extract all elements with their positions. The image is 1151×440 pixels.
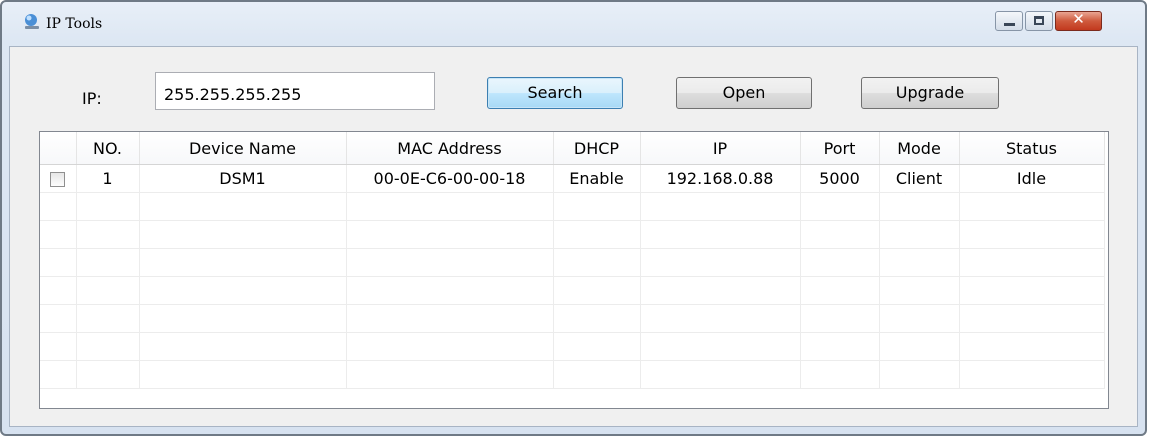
column-header-mac-address[interactable]: MAC Address <box>346 132 554 165</box>
empty-row <box>40 332 1105 361</box>
column-header-ip[interactable]: IP <box>640 132 801 165</box>
table-row[interactable]: 1 DSM1 00-0E-C6-00-00-18 Enable 192.168.… <box>40 164 1105 193</box>
column-header-port[interactable]: Port <box>800 132 880 165</box>
cell-no: 1 <box>76 164 140 193</box>
network-icon <box>25 14 39 29</box>
maximize-button[interactable] <box>1025 11 1053 31</box>
close-icon: ✕ <box>1072 10 1085 28</box>
ip-label: IP: <box>82 89 102 108</box>
title-bar[interactable]: IP Tools ✕ <box>2 2 1145 46</box>
column-header-device-name[interactable]: Device Name <box>139 132 347 165</box>
cell-device-name: DSM1 <box>139 164 347 193</box>
empty-row <box>40 220 1105 249</box>
column-header-dhcp[interactable]: DHCP <box>553 132 641 165</box>
maximize-icon <box>1034 16 1044 25</box>
app-window: IP Tools ✕ IP: Search Open Upgrade <box>0 0 1147 436</box>
column-header-select[interactable] <box>40 132 77 165</box>
close-button[interactable]: ✕ <box>1055 10 1102 31</box>
table-header-row: NO. Device Name MAC Address DHCP IP Port… <box>40 132 1105 165</box>
cell-ip: 192.168.0.88 <box>640 164 801 193</box>
ip-input[interactable] <box>155 72 435 110</box>
open-button[interactable]: Open <box>676 77 812 109</box>
upgrade-button[interactable]: Upgrade <box>861 77 999 109</box>
minimize-icon <box>1004 23 1015 26</box>
cell-status: Idle <box>959 164 1105 193</box>
window-title: IP Tools <box>46 16 103 32</box>
column-header-status[interactable]: Status <box>959 132 1105 165</box>
minimize-button[interactable] <box>995 11 1023 31</box>
column-header-no[interactable]: NO. <box>76 132 140 165</box>
device-table[interactable]: NO. Device Name MAC Address DHCP IP Port… <box>39 131 1109 409</box>
row-select-cell[interactable] <box>40 164 77 193</box>
cell-port: 5000 <box>800 164 880 193</box>
empty-row <box>40 304 1105 333</box>
row-checkbox[interactable] <box>50 172 66 187</box>
cell-dhcp: Enable <box>553 164 641 193</box>
empty-row <box>40 276 1105 305</box>
empty-row <box>40 360 1105 389</box>
search-button[interactable]: Search <box>487 77 623 109</box>
cell-mode: Client <box>879 164 960 193</box>
empty-row <box>40 248 1105 277</box>
empty-row <box>40 192 1105 221</box>
client-area: IP: Search Open Upgrade NO. Device Name … <box>9 46 1138 427</box>
column-header-mode[interactable]: Mode <box>879 132 960 165</box>
cell-mac-address: 00-0E-C6-00-00-18 <box>346 164 554 193</box>
